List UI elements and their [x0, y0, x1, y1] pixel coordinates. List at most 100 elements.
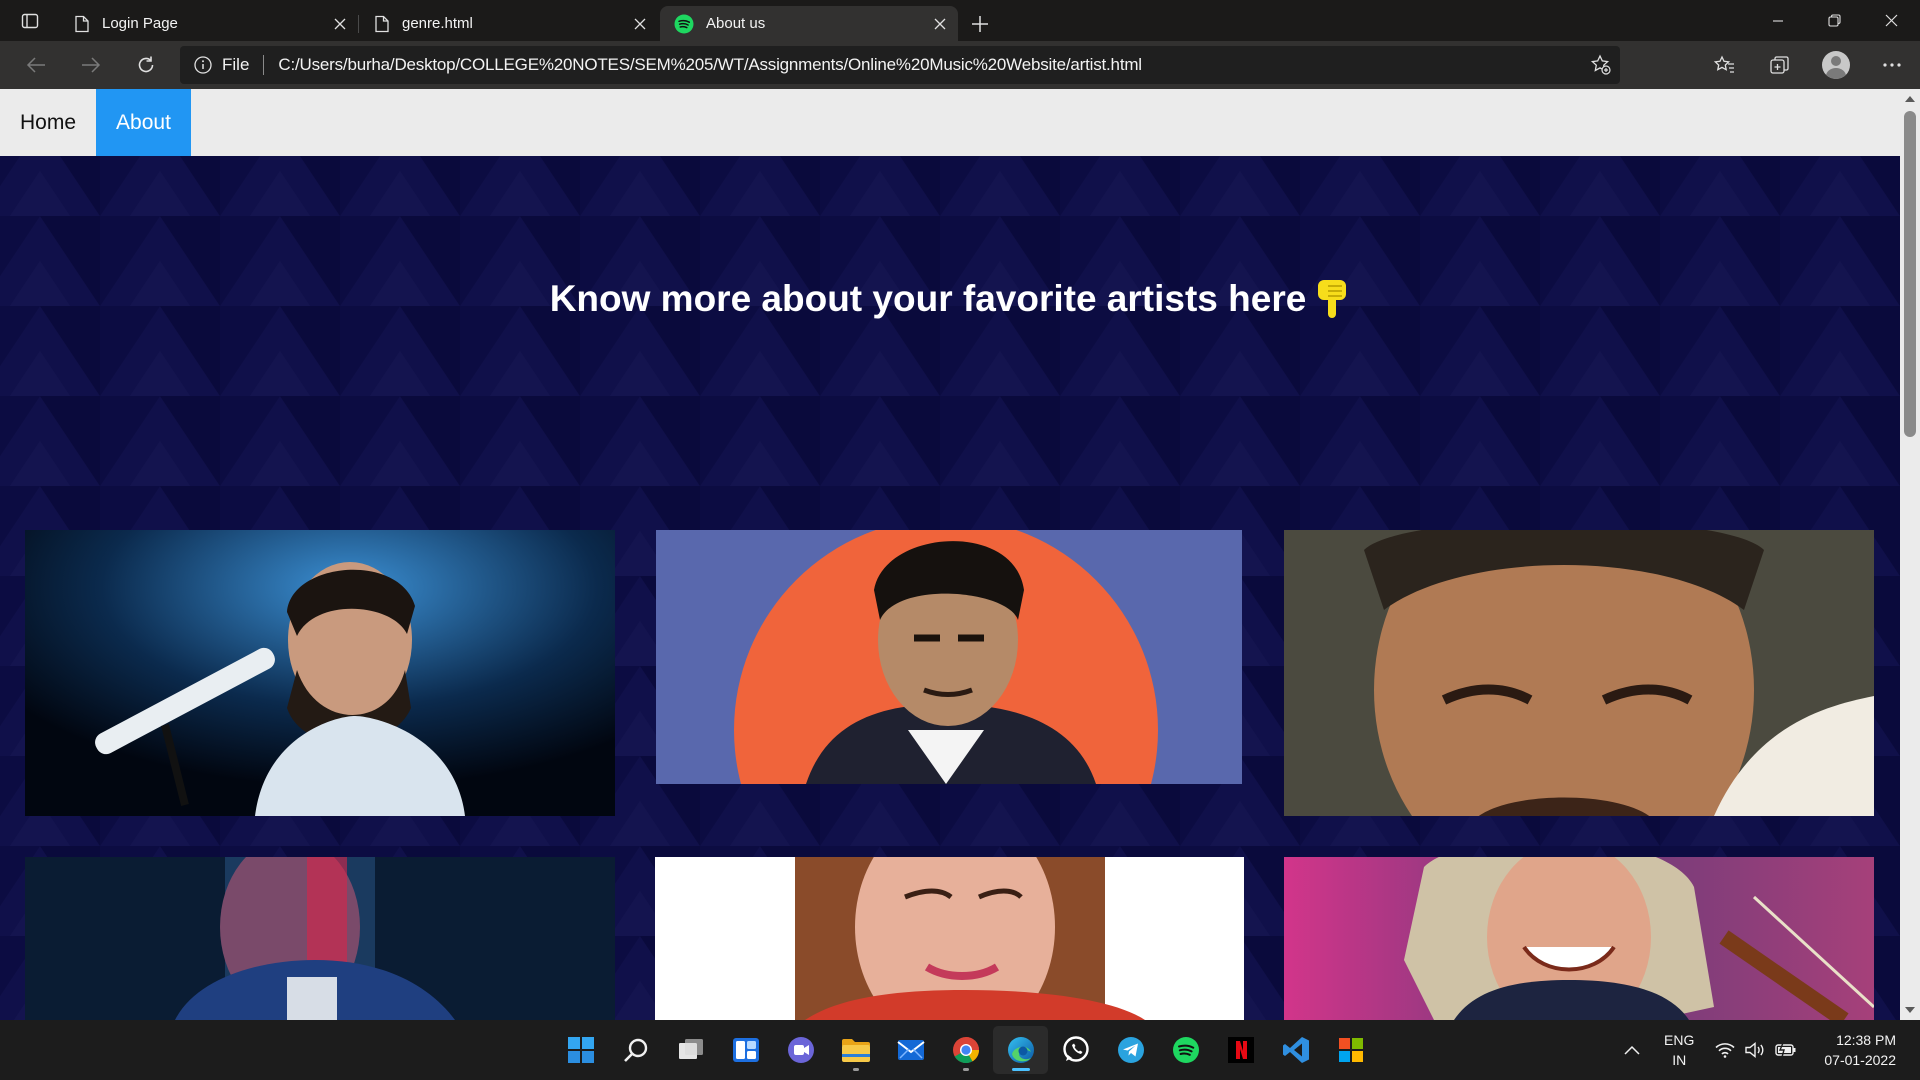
- system-tray: ENG IN 12:38 PM 07-01-2022: [1612, 1020, 1920, 1080]
- favorites-button[interactable]: [1696, 45, 1752, 85]
- nav-home-link[interactable]: Home: [0, 89, 96, 156]
- netflix-icon: [1227, 1037, 1254, 1063]
- file-explorer-icon: [841, 1039, 870, 1062]
- mail-icon: [896, 1040, 925, 1060]
- favorites-icon: [1713, 55, 1734, 73]
- whatsapp-button[interactable]: [1048, 1026, 1103, 1074]
- scroll-up-arrow-icon[interactable]: [1905, 96, 1915, 102]
- artist-photo-4: [25, 857, 615, 1020]
- office-button[interactable]: [1323, 1026, 1378, 1074]
- restore-button[interactable]: [1806, 0, 1863, 41]
- running-indicator: [852, 1068, 859, 1071]
- volume-icon: [1745, 1042, 1764, 1058]
- avatar: [1822, 51, 1850, 79]
- widgets-button[interactable]: [718, 1026, 773, 1074]
- close-window-button[interactable]: [1863, 0, 1920, 41]
- restore-icon: [1828, 14, 1841, 27]
- artist-card-6[interactable]: [1284, 857, 1874, 1020]
- spotify-button[interactable]: [1158, 1026, 1213, 1074]
- settings-more-button[interactable]: [1864, 45, 1920, 85]
- tab-about-us[interactable]: About us: [660, 6, 958, 41]
- teams-chat-icon: [787, 1037, 814, 1063]
- chrome-icon: [952, 1037, 979, 1064]
- artist-card-2[interactable]: [656, 530, 1242, 784]
- quick-settings-button[interactable]: [1706, 1020, 1806, 1080]
- tab-actions-button[interactable]: [0, 0, 60, 41]
- tab-close-button[interactable]: [922, 10, 958, 38]
- minimize-icon: [1772, 19, 1783, 22]
- star-plus-icon: [1590, 54, 1611, 75]
- show-hidden-icons-button[interactable]: [1612, 1020, 1652, 1080]
- vscode-button[interactable]: [1268, 1026, 1323, 1074]
- page-viewport: Home About Know more about your favorite…: [0, 89, 1920, 1020]
- artist-card-4[interactable]: [25, 857, 615, 1020]
- arrow-left-icon: [26, 57, 45, 73]
- artist-photo-1: [25, 530, 615, 816]
- running-indicator: [1011, 1068, 1030, 1071]
- tab-title: genre.html: [402, 15, 473, 32]
- site-navbar: Home About: [0, 89, 1900, 156]
- chrome-button[interactable]: [938, 1026, 993, 1074]
- task-view-button[interactable]: [663, 1026, 718, 1074]
- artist-photo-5: [655, 857, 1244, 1020]
- profile-button[interactable]: [1808, 45, 1864, 85]
- telegram-icon: [1117, 1037, 1144, 1063]
- tab-close-button[interactable]: [622, 10, 658, 38]
- nav-about-link[interactable]: About: [96, 89, 191, 156]
- whatsapp-icon: [1062, 1036, 1089, 1062]
- clock[interactable]: 12:38 PM 07-01-2022: [1806, 1020, 1920, 1080]
- add-favorite-button[interactable]: [1586, 50, 1616, 80]
- back-button[interactable]: [8, 45, 63, 85]
- spotify-icon: [674, 14, 694, 33]
- edge-icon: [1007, 1037, 1034, 1063]
- address-scheme-label: File: [222, 55, 250, 74]
- scroll-down-arrow-icon[interactable]: [1905, 1007, 1915, 1013]
- tab-login-page[interactable]: Login Page: [60, 6, 358, 41]
- language-region: IN: [1672, 1052, 1687, 1068]
- forward-button[interactable]: [63, 45, 118, 85]
- address-divider: [263, 55, 265, 75]
- page-icon: [375, 15, 389, 32]
- netflix-button[interactable]: [1213, 1026, 1268, 1074]
- browser-tab-strip: Login Page genre.html About us: [0, 0, 1920, 41]
- widgets-icon: [732, 1038, 759, 1062]
- chevron-up-icon: [1624, 1045, 1640, 1055]
- edge-button[interactable]: [993, 1026, 1048, 1074]
- collections-button[interactable]: [1752, 45, 1808, 85]
- toolbar-right: [1696, 45, 1920, 85]
- windows-taskbar: ENG IN 12:38 PM 07-01-2022: [0, 1020, 1920, 1080]
- language-code: ENG: [1664, 1032, 1695, 1048]
- task-view-icon: [678, 1039, 703, 1059]
- address-url[interactable]: C:/Users/burha/Desktop/COLLEGE%20NOTES/S…: [278, 55, 1142, 75]
- artist-card-1[interactable]: [25, 530, 615, 816]
- scrollbar-thumb[interactable]: [1904, 111, 1916, 437]
- minimize-button[interactable]: [1749, 0, 1806, 41]
- browser-toolbar: File C:/Users/burha/Desktop/COLLEGE%20NO…: [0, 41, 1920, 89]
- file-explorer-button[interactable]: [828, 1026, 883, 1074]
- refresh-button[interactable]: [118, 45, 173, 85]
- artist-photo-2: [656, 530, 1242, 784]
- input-language-indicator[interactable]: ENG IN: [1652, 1020, 1706, 1080]
- artist-photo-6: [1284, 857, 1874, 1020]
- search-button[interactable]: [608, 1026, 663, 1074]
- vertical-scrollbar[interactable]: [1900, 89, 1920, 1020]
- new-tab-button[interactable]: [960, 6, 1000, 41]
- tab-title: Login Page: [102, 15, 178, 32]
- plus-icon: [972, 15, 988, 32]
- pointing-down-hand-icon: [1318, 280, 1347, 318]
- tab-close-button[interactable]: [322, 10, 358, 38]
- more-horizontal-icon: [1883, 63, 1901, 67]
- start-button[interactable]: [553, 1026, 608, 1074]
- address-bar[interactable]: File C:/Users/burha/Desktop/COLLEGE%20NO…: [180, 46, 1620, 84]
- artist-card-3[interactable]: [1284, 530, 1874, 816]
- info-icon[interactable]: [194, 56, 212, 74]
- artist-photo-3: [1284, 530, 1874, 816]
- mail-button[interactable]: [883, 1026, 938, 1074]
- teams-chat-button[interactable]: [773, 1026, 828, 1074]
- clock-time: 12:38 PM: [1836, 1032, 1896, 1048]
- artist-card-5[interactable]: [655, 857, 1244, 1020]
- window-controls: [1749, 0, 1920, 41]
- telegram-button[interactable]: [1103, 1026, 1158, 1074]
- collections-icon: [1770, 56, 1789, 74]
- tab-genre[interactable]: genre.html: [358, 6, 658, 41]
